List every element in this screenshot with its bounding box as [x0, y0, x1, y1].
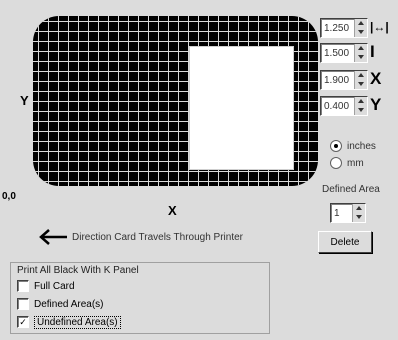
print-black-title: Print All Black With K Panel: [17, 265, 139, 276]
width-icon: |↔|: [370, 20, 389, 34]
width-up-arrow-icon[interactable]: [355, 19, 367, 28]
mm-option[interactable]: mm: [330, 156, 364, 170]
defined-areas-checkbox[interactable]: [17, 298, 29, 310]
height-spinner[interactable]: 1.500: [320, 43, 368, 63]
width-value[interactable]: 1.250: [321, 23, 354, 34]
y-offset-down-arrow-icon[interactable]: [355, 106, 367, 115]
defined-areas-label: Defined Area(s): [34, 298, 104, 310]
y-offset-icon: Y: [370, 95, 382, 114]
direction-text: Direction Card Travels Through Printer: [72, 231, 243, 243]
area-up-arrow-icon[interactable]: [353, 204, 365, 213]
x-offset-down-arrow-icon[interactable]: [355, 80, 367, 89]
left-arrow-icon: [39, 229, 67, 245]
x-offset-up-arrow-icon[interactable]: [355, 71, 367, 80]
y-offset-value[interactable]: 0.400: [321, 101, 354, 112]
width-down-arrow-icon[interactable]: [355, 28, 367, 37]
y-offset-up-arrow-icon[interactable]: [355, 97, 367, 106]
defined-area-value[interactable]: 1: [331, 208, 352, 219]
inches-option[interactable]: inches: [330, 139, 376, 153]
x-offset-value[interactable]: 1.900: [321, 75, 354, 86]
height-icon: I: [370, 42, 375, 61]
mm-radio[interactable]: [330, 157, 342, 169]
area-down-arrow-icon[interactable]: [353, 213, 365, 222]
undefined-areas-checkbox[interactable]: ✓: [17, 316, 29, 328]
undefined-areas-option[interactable]: ✓ Undefined Area(s): [17, 315, 121, 329]
delete-button[interactable]: Delete: [318, 231, 372, 253]
undefined-areas-label: Undefined Area(s): [34, 315, 121, 329]
x-offset-spinner[interactable]: 1.900: [320, 70, 368, 90]
x-axis-label: X: [168, 203, 177, 218]
full-card-option[interactable]: Full Card: [17, 279, 75, 293]
inches-radio[interactable]: [330, 140, 342, 152]
defined-area-label: Defined Area: [322, 184, 380, 195]
height-value[interactable]: 1.500: [321, 48, 354, 59]
defined-areas-option[interactable]: Defined Area(s): [17, 297, 103, 311]
direction-indicator: Direction Card Travels Through Printer: [38, 226, 243, 248]
mm-label: mm: [347, 157, 364, 169]
origin-label: 0,0: [2, 191, 16, 202]
defined-area-rectangle[interactable]: [189, 46, 294, 170]
height-up-arrow-icon[interactable]: [355, 44, 367, 53]
full-card-label: Full Card: [34, 280, 75, 292]
defined-area-spinner[interactable]: 1: [330, 203, 366, 223]
y-offset-spinner[interactable]: 0.400: [320, 96, 368, 116]
height-down-arrow-icon[interactable]: [355, 53, 367, 62]
full-card-checkbox[interactable]: [17, 280, 29, 292]
x-offset-icon: X: [370, 69, 382, 88]
inches-label: inches: [347, 140, 376, 152]
y-axis-label: Y: [20, 93, 29, 108]
print-black-group: Print All Black With K Panel Full Card D…: [10, 262, 270, 334]
width-spinner[interactable]: 1.250: [320, 18, 368, 38]
card-preview[interactable]: [33, 16, 318, 186]
